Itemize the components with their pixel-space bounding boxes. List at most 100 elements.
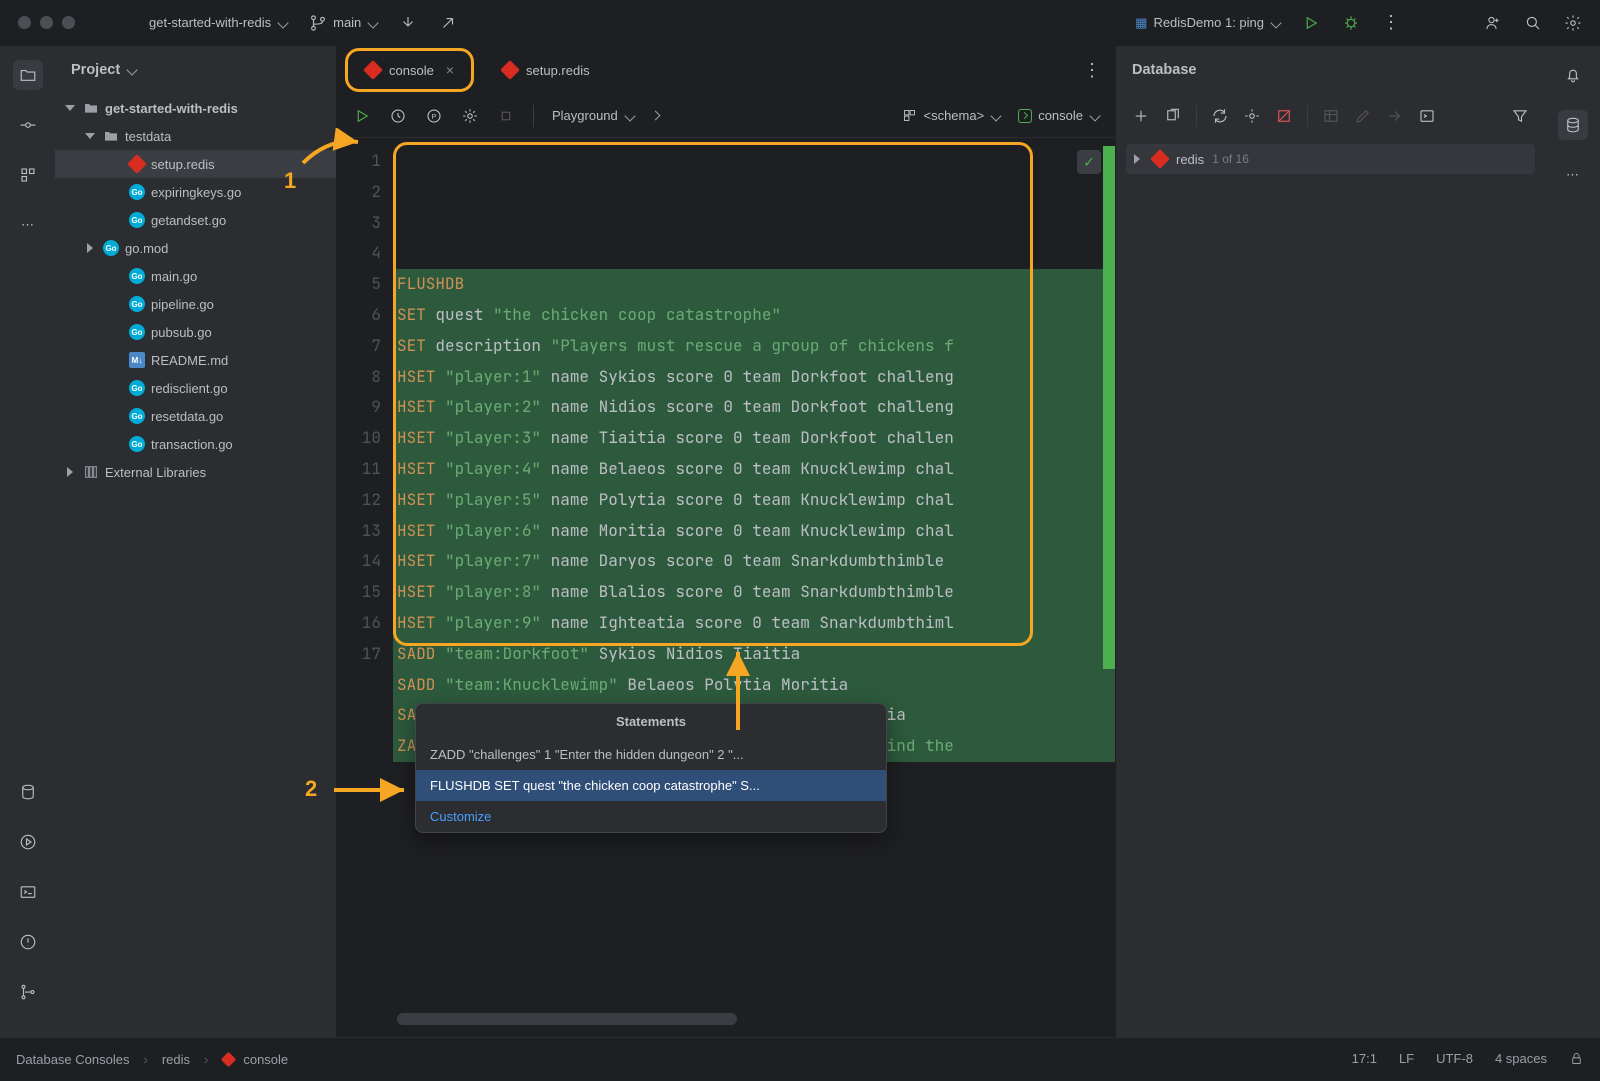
tree-node[interactable]: External Libraries [55,458,336,486]
tree-node[interactable]: get-started-with-redis [55,94,336,122]
tree-node[interactable]: testdata [55,122,336,150]
project-tree[interactable]: get-started-with-redistestdatasetup.redi… [55,94,336,1037]
database-tool-header: Database [1116,46,1545,94]
svg-text:P: P [431,112,436,121]
database-tool-button[interactable] [1558,110,1588,140]
project-tool-header[interactable]: Project [55,46,336,94]
chevron-down-icon [127,64,138,75]
readonly-lock-icon[interactable] [1569,1051,1584,1069]
datasource-row[interactable]: redis 1 of 16 [1126,144,1535,174]
tx-settings-icon[interactable] [461,107,479,125]
database-tool-window: Database redis 1 of 16 [1115,46,1545,1037]
breadcrumb[interactable]: console [243,1052,288,1067]
close-icon[interactable]: × [446,62,454,78]
file-encoding[interactable]: UTF-8 [1436,1051,1473,1069]
tree-node[interactable]: Gopubsub.go [55,318,336,346]
refresh-icon[interactable] [1211,107,1229,125]
database-toolbar [1116,94,1545,138]
run-tool-button[interactable] [13,827,43,857]
stop-icon[interactable] [497,107,515,125]
schema-selector[interactable]: <schema> [902,108,1000,123]
popup-customize-link[interactable]: Customize [416,801,886,832]
more-actions-icon[interactable] [1382,12,1400,33]
callout-1: 1 [284,168,296,194]
chevron-down-icon [277,17,288,28]
structure-tool-button[interactable] [13,160,43,190]
breadcrumb[interactable]: redis [162,1052,190,1067]
execute-icon[interactable] [353,107,371,125]
indent-settings[interactable]: 4 spaces [1495,1051,1547,1069]
console-open-icon[interactable] [1418,107,1436,125]
tabs-more-icon[interactable] [1083,60,1101,81]
edit-icon[interactable] [1354,107,1372,125]
disconnect-icon[interactable] [1275,107,1293,125]
tree-node[interactable]: M↓README.md [55,346,336,374]
object-count: 1 of 16 [1212,152,1249,166]
tree-node[interactable]: Gomain.go [55,262,336,290]
redis-icon [363,60,383,80]
add-icon[interactable] [1132,107,1150,125]
datasource-properties-icon[interactable] [1243,107,1261,125]
chevron-right-icon[interactable] [650,111,660,121]
editor-area: console× setup.redis P Playground <schem… [337,46,1115,1037]
session-selector[interactable]: console [1018,108,1099,123]
editor[interactable]: 1234567891011121314151617 ✓ FLUSHDBSET q… [337,138,1115,1037]
horizontal-scrollbar[interactable] [397,1013,737,1025]
vcs-tool-button[interactable] [13,977,43,1007]
redis-icon [221,1052,237,1068]
callout-2: 2 [305,776,317,802]
run-icon[interactable] [1302,14,1320,32]
code-with-me-icon[interactable] [1484,14,1502,32]
tab-setup-redis[interactable]: setup.redis [488,53,604,87]
more-right-button[interactable]: ⋯ [1558,160,1588,190]
filter-icon[interactable] [1511,107,1529,125]
tab-console[interactable]: console× [351,53,468,87]
database-tree[interactable]: redis 1 of 16 [1116,138,1545,180]
tree-node[interactable]: Gogo.mod [55,234,336,262]
popup-item[interactable]: ZADD "challenges" 1 "Enter the hidden du… [416,739,886,770]
table-icon[interactable] [1322,107,1340,125]
right-tool-rail: ⋯ [1545,46,1600,1037]
console-icon [1018,109,1032,123]
run-config-selector[interactable]: ▦ RedisDemo 1: ping [1135,15,1280,31]
breadcrumb[interactable]: Database Consoles [16,1052,129,1067]
project-tool-button[interactable] [13,60,43,90]
commit-tool-button[interactable] [13,110,43,140]
tree-node[interactable]: Goresetdata.go [55,402,336,430]
caret-position[interactable]: 17:1 [1352,1051,1377,1069]
editor-tabs: console× setup.redis [337,46,1115,94]
problems-tool-button[interactable] [13,927,43,957]
tree-node[interactable]: Goredisclient.go [55,374,336,402]
playground-mode[interactable]: Playground [552,108,634,123]
branch-selector[interactable]: main [309,14,377,32]
line-separator[interactable]: LF [1399,1051,1414,1069]
statements-popup: Statements ZADD "challenges" 1 "Enter th… [415,703,887,833]
debug-icon[interactable] [1342,14,1360,32]
push-icon[interactable] [439,14,457,32]
tree-node[interactable]: Gopipeline.go [55,290,336,318]
project-selector[interactable]: get-started-with-redis [149,15,287,30]
change-marker [1103,146,1115,669]
tree-node[interactable]: Gogetandset.go [55,206,336,234]
pull-icon[interactable] [399,14,417,32]
settings-icon[interactable] [1564,14,1582,32]
branch-icon [309,14,327,32]
history-icon[interactable] [389,107,407,125]
tree-node[interactable]: Gotransaction.go [55,430,336,458]
jump-icon[interactable] [1386,107,1404,125]
inspection-ok-icon[interactable]: ✓ [1077,150,1101,174]
code-area[interactable]: ✓ FLUSHDBSET quest "the chicken coop cat… [393,138,1115,1037]
terminal-tool-button[interactable] [13,877,43,907]
left-tool-rail: ⋯ [0,46,55,1037]
popup-item-selected[interactable]: FLUSHDB SET quest "the chicken coop cata… [416,770,886,801]
status-bar: Database Consoles› redis› console 17:1 L… [0,1037,1600,1081]
explain-plan-icon[interactable]: P [425,107,443,125]
window-controls[interactable] [18,16,75,29]
search-icon[interactable] [1524,14,1542,32]
notifications-button[interactable] [1558,60,1588,90]
more-tools-button[interactable]: ⋯ [13,210,43,240]
gutter: 1234567891011121314151617 [337,138,393,1037]
database-tool-button-left[interactable] [13,777,43,807]
redis-icon [500,60,520,80]
duplicate-icon[interactable] [1164,107,1182,125]
